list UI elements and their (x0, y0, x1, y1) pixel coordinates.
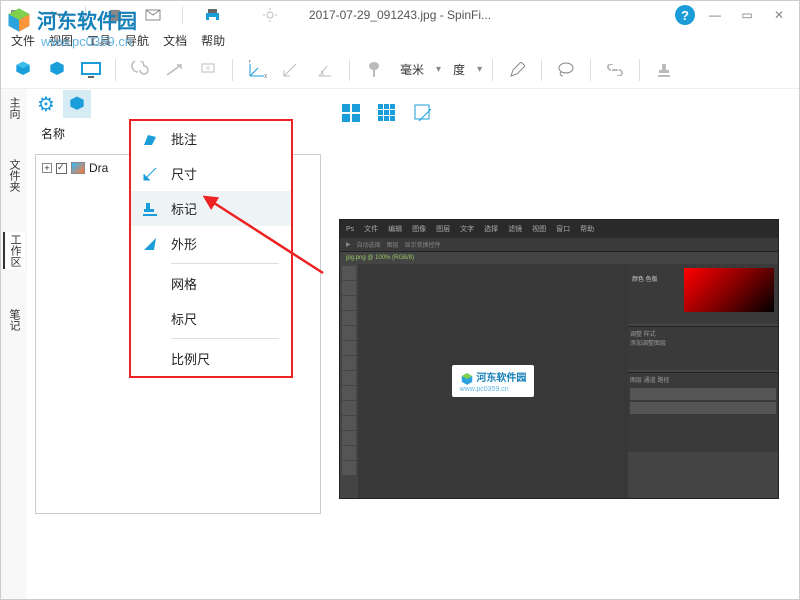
left-panel: ⚙ 名称 + Dra 批注 尺寸 标记 (27, 89, 329, 599)
open-icon[interactable] (9, 6, 27, 24)
pin-icon[interactable] (360, 56, 388, 84)
dropdown-arrow-icon[interactable]: ▾ (477, 64, 482, 75)
ps-toolbar: ▶自动选择图层显示变换控件 (340, 238, 778, 252)
ps-doc-tab: jpg.png @ 100% (RGB/8) (340, 252, 778, 264)
link-icon[interactable] (601, 56, 629, 84)
sidebar-tab-main[interactable]: 主向 (6, 97, 22, 119)
menubar: 文件 视图 工具 导航 文档 帮助 (1, 29, 799, 51)
sidebar-tab-notes[interactable]: 笔记 (6, 309, 22, 331)
cube-tool-2[interactable] (43, 56, 71, 84)
view-dropdown: 批注 尺寸 标记 外形 网格 标尺 (129, 119, 293, 378)
menu-nav[interactable]: 导航 (125, 32, 149, 49)
monitor-icon[interactable] (77, 56, 105, 84)
checkbox-icon[interactable] (56, 163, 67, 174)
menu-view[interactable]: 视图 (49, 32, 73, 49)
ruler-icon[interactable] (277, 56, 305, 84)
annotate-icon (141, 130, 159, 148)
menu-help[interactable]: 帮助 (201, 32, 225, 49)
tree-item-label: Dra (89, 161, 108, 175)
dimension-icon (141, 165, 159, 183)
edit-grid-icon[interactable] (409, 99, 437, 127)
dd-scale[interactable]: 比例尺 (131, 341, 291, 376)
dd-dimension[interactable]: 尺寸 (131, 156, 291, 191)
stamp-icon[interactable] (650, 56, 678, 84)
cube-selected-icon[interactable] (63, 90, 91, 118)
unit-angle[interactable]: 度 (447, 61, 471, 78)
image-icon (71, 162, 85, 174)
ps-panels: 颜色 色板 调整 样式添加调整图层 图层 通道 路径 (628, 264, 778, 498)
lasso-icon[interactable] (552, 56, 580, 84)
shape-icon (141, 235, 159, 253)
preview-watermark: 河东软件园 www.pc0359.cn (452, 365, 535, 396)
expand-icon[interactable]: + (42, 163, 52, 173)
dd-grid[interactable]: 网格 (131, 266, 291, 301)
print-icon[interactable] (203, 6, 221, 24)
dd-mark[interactable]: 标记 (131, 191, 291, 226)
dimension-icon[interactable]: A (194, 56, 222, 84)
image-preview: Ps文件编辑图像图层文字选择滤镜视图窗口帮助 ▶自动选择图层显示变换控件 jpg… (339, 219, 779, 499)
undo-group-icon[interactable] (47, 6, 65, 24)
spiral-icon[interactable] (126, 56, 154, 84)
menu-doc[interactable]: 文档 (163, 32, 187, 49)
ps-titlebar: Ps文件编辑图像图层文字选择滤镜视图窗口帮助 (340, 220, 778, 238)
save-icon[interactable] (106, 6, 124, 24)
window-title: 2017-07-29_091243.jpg - SpinFi... (309, 8, 491, 22)
mail-icon[interactable] (144, 6, 162, 24)
dd-ruler[interactable]: 标尺 (131, 301, 291, 336)
pencil-icon[interactable] (503, 56, 531, 84)
vertical-sidebar: 主向 文件夹 工作区 笔记 (1, 89, 27, 599)
ps-canvas: 河东软件园 www.pc0359.cn (358, 264, 628, 498)
unit-length[interactable]: 毫米 (394, 61, 430, 78)
dd-annotate[interactable]: 批注 (131, 121, 291, 156)
menu-tools[interactable]: 工具 (87, 32, 111, 49)
close-button[interactable]: ✕ (767, 5, 791, 25)
sidebar-tab-folder[interactable]: 文件夹 (6, 159, 22, 192)
ps-tools (340, 264, 358, 498)
content-area: Ps文件编辑图像图层文字选择滤镜视图窗口帮助 ▶自动选择图层显示变换控件 jpg… (329, 89, 799, 599)
menu-file[interactable]: 文件 (11, 32, 35, 49)
gear-icon[interactable]: ⚙ (37, 92, 55, 117)
brightness-icon[interactable] (261, 6, 279, 24)
grid4-icon[interactable] (337, 99, 365, 127)
titlebar: 2017-07-29_091243.jpg - SpinFi... ? — ▭ … (1, 1, 799, 29)
svg-text:Y: Y (248, 60, 252, 65)
angle-icon[interactable] (311, 56, 339, 84)
maximize-button[interactable]: ▭ (735, 5, 759, 25)
help-icon[interactable]: ? (675, 5, 695, 25)
cube-tool-1[interactable] (9, 56, 37, 84)
axis-icon[interactable]: YX (243, 56, 271, 84)
dd-shape[interactable]: 外形 (131, 226, 291, 261)
minimize-button[interactable]: — (703, 5, 727, 25)
arrow-icon[interactable] (160, 56, 188, 84)
sidebar-tab-workspace[interactable]: 工作区 (3, 232, 25, 269)
grid9-icon[interactable] (373, 99, 401, 127)
svg-text:X: X (264, 74, 268, 80)
mark-icon (141, 200, 159, 218)
svg-text:A: A (206, 66, 210, 72)
main-toolbar: A YX 毫米 ▾ 度 ▾ (1, 51, 799, 89)
dropdown-arrow-icon[interactable]: ▾ (436, 64, 441, 75)
